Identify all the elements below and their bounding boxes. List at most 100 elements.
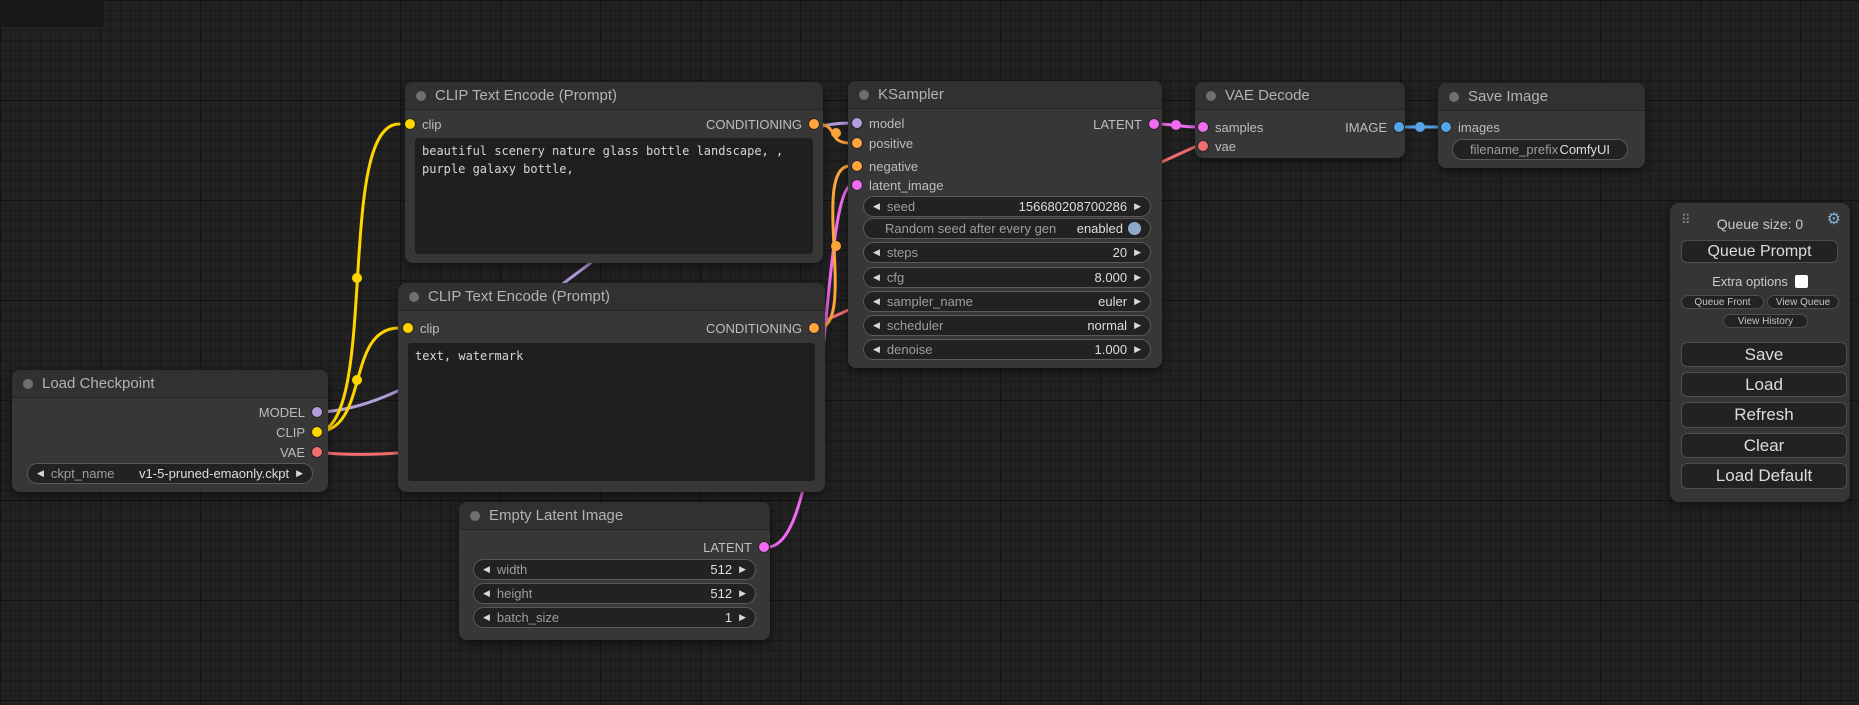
toggle-dot-icon[interactable] <box>1128 222 1141 235</box>
latent-output-port[interactable]: LATENT <box>703 537 769 557</box>
node-vae-decode[interactable]: VAE Decode samples vae IMAGE <box>1195 82 1405 158</box>
collapse-dot-icon[interactable] <box>409 292 419 302</box>
latent-port-dot-icon[interactable] <box>759 542 769 552</box>
widget-increment-icon[interactable]: ▶ <box>296 469 303 478</box>
node-title-bar[interactable]: Save Image <box>1438 83 1645 111</box>
model-output-port[interactable]: MODEL <box>259 402 322 422</box>
image-output-port[interactable]: IMAGE <box>1345 117 1404 137</box>
vae-input-port[interactable]: vae <box>1198 136 1236 156</box>
node-empty-latent-image[interactable]: Empty Latent Image LATENT ◀ width 512 ▶ … <box>459 502 770 640</box>
vae-output-port[interactable]: VAE <box>280 442 322 462</box>
widget-decrement-icon[interactable]: ◀ <box>873 297 880 306</box>
load-default-button[interactable]: Load Default <box>1681 463 1847 489</box>
view-queue-button[interactable]: View Queue <box>1767 295 1839 309</box>
batch-size-number-widget[interactable]: ◀ batch_size 1 ▶ <box>473 607 756 628</box>
clip-port-dot-icon[interactable] <box>403 323 413 333</box>
samples-input-port[interactable]: samples <box>1198 117 1263 137</box>
widget-increment-icon[interactable]: ▶ <box>1134 248 1141 257</box>
latent-image-input-port[interactable]: latent_image <box>852 175 943 195</box>
clip-input-port[interactable]: clip <box>403 318 440 338</box>
collapse-dot-icon[interactable] <box>416 91 426 101</box>
image-port-dot-icon[interactable] <box>1441 122 1451 132</box>
clip-input-port[interactable]: clip <box>405 114 442 134</box>
height-number-widget[interactable]: ◀ height 512 ▶ <box>473 583 756 604</box>
widget-increment-icon[interactable]: ▶ <box>1134 273 1141 282</box>
vae-port-dot-icon[interactable] <box>1198 141 1208 151</box>
node-clip-text-encode-positive[interactable]: CLIP Text Encode (Prompt) clip CONDITION… <box>405 82 823 263</box>
collapse-dot-icon[interactable] <box>1206 91 1216 101</box>
widget-decrement-icon[interactable]: ◀ <box>483 613 490 622</box>
conditioning-output-port[interactable]: CONDITIONING <box>706 114 819 134</box>
conditioning-port-dot-icon[interactable] <box>852 161 862 171</box>
widget-decrement-icon[interactable]: ◀ <box>873 321 880 330</box>
widget-decrement-icon[interactable]: ◀ <box>873 273 880 282</box>
widget-decrement-icon[interactable]: ◀ <box>37 469 44 478</box>
clip-port-dot-icon[interactable] <box>405 119 415 129</box>
width-number-widget[interactable]: ◀ width 512 ▶ <box>473 559 756 580</box>
node-title-bar[interactable]: VAE Decode <box>1195 82 1405 110</box>
widget-increment-icon[interactable]: ▶ <box>739 613 746 622</box>
widget-increment-icon[interactable]: ▶ <box>1134 345 1141 354</box>
node-clip-text-encode-negative[interactable]: CLIP Text Encode (Prompt) clip CONDITION… <box>398 283 825 492</box>
widget-increment-icon[interactable]: ▶ <box>739 589 746 598</box>
model-port-dot-icon[interactable] <box>312 407 322 417</box>
queue-prompt-button[interactable]: Queue Prompt <box>1681 240 1838 263</box>
widget-decrement-icon[interactable]: ◀ <box>483 565 490 574</box>
latent-port-dot-icon[interactable] <box>1198 122 1208 132</box>
refresh-button[interactable]: Refresh <box>1681 402 1847 428</box>
widget-decrement-icon[interactable]: ◀ <box>873 345 880 354</box>
widget-increment-icon[interactable]: ▶ <box>1134 321 1141 330</box>
vae-port-dot-icon[interactable] <box>312 447 322 457</box>
collapse-dot-icon[interactable] <box>1449 92 1459 102</box>
extra-options-checkbox[interactable] <box>1795 275 1808 288</box>
node-title-bar[interactable]: KSampler <box>848 81 1162 109</box>
latent-output-port[interactable]: LATENT <box>1093 114 1159 134</box>
collapse-dot-icon[interactable] <box>859 90 869 100</box>
node-title-bar[interactable]: CLIP Text Encode (Prompt) <box>398 283 825 311</box>
clip-output-port[interactable]: CLIP <box>276 422 322 442</box>
node-title-bar[interactable]: Load Checkpoint <box>12 370 328 398</box>
sampler-name-combo-widget[interactable]: ◀ sampler_name euler ▶ <box>863 291 1151 312</box>
positive-input-port[interactable]: positive <box>852 133 913 153</box>
widget-increment-icon[interactable]: ▶ <box>739 565 746 574</box>
node-graph-canvas[interactable]: Load Checkpoint MODEL CLIP VAE ◀ ckpt_na… <box>0 0 1859 705</box>
cfg-number-widget[interactable]: ◀ cfg 8.000 ▶ <box>863 267 1151 288</box>
collapse-dot-icon[interactable] <box>23 379 33 389</box>
model-input-port[interactable]: model <box>852 113 904 133</box>
load-button[interactable]: Load <box>1681 372 1847 397</box>
clip-port-dot-icon[interactable] <box>312 427 322 437</box>
seed-number-widget[interactable]: ◀ seed 156680208700286 ▶ <box>863 196 1151 217</box>
settings-gear-icon[interactable]: ⚙ <box>1827 212 1841 228</box>
positive-prompt-textarea[interactable]: beautiful scenery nature glass bottle la… <box>415 138 813 254</box>
latent-port-dot-icon[interactable] <box>1149 119 1159 129</box>
negative-prompt-textarea[interactable]: text, watermark <box>408 343 815 481</box>
node-title-bar[interactable]: Empty Latent Image <box>459 502 770 530</box>
ckpt-name-combo-widget[interactable]: ◀ ckpt_name v1-5-pruned-emaonly.ckpt ▶ <box>27 463 313 484</box>
node-save-image[interactable]: Save Image images filename_prefix ComfyU… <box>1438 83 1645 168</box>
queue-front-button[interactable]: Queue Front <box>1681 295 1764 309</box>
save-button[interactable]: Save <box>1681 342 1847 367</box>
collapse-dot-icon[interactable] <box>470 511 480 521</box>
random-seed-toggle-widget[interactable]: Random seed after every gen enabled <box>863 218 1151 239</box>
latent-port-dot-icon[interactable] <box>852 180 862 190</box>
filename-prefix-text-widget[interactable]: filename_prefix ComfyUI <box>1452 139 1628 160</box>
conditioning-port-dot-icon[interactable] <box>852 138 862 148</box>
widget-increment-icon[interactable]: ▶ <box>1134 297 1141 306</box>
model-port-dot-icon[interactable] <box>852 118 862 128</box>
widget-decrement-icon[interactable]: ◀ <box>873 202 880 211</box>
negative-input-port[interactable]: negative <box>852 156 918 176</box>
steps-number-widget[interactable]: ◀ steps 20 ▶ <box>863 242 1151 263</box>
clear-button[interactable]: Clear <box>1681 433 1847 458</box>
conditioning-port-dot-icon[interactable] <box>809 323 819 333</box>
image-port-dot-icon[interactable] <box>1394 122 1404 132</box>
widget-increment-icon[interactable]: ▶ <box>1134 202 1141 211</box>
node-title-bar[interactable]: CLIP Text Encode (Prompt) <box>405 82 823 110</box>
conditioning-output-port[interactable]: CONDITIONING <box>706 318 819 338</box>
images-input-port[interactable]: images <box>1441 117 1500 137</box>
widget-decrement-icon[interactable]: ◀ <box>483 589 490 598</box>
node-ksampler[interactable]: KSampler model positive negative latent_… <box>848 81 1162 368</box>
node-load-checkpoint[interactable]: Load Checkpoint MODEL CLIP VAE ◀ ckpt_na… <box>12 370 328 492</box>
view-history-button[interactable]: View History <box>1723 314 1808 328</box>
scheduler-combo-widget[interactable]: ◀ scheduler normal ▶ <box>863 315 1151 336</box>
widget-decrement-icon[interactable]: ◀ <box>873 248 880 257</box>
